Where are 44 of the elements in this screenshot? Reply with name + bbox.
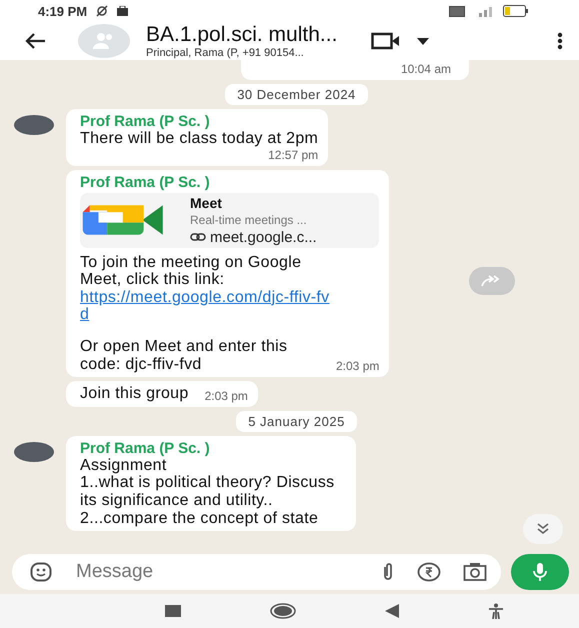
message-time: 2:03 pm <box>336 359 380 374</box>
microphone-button[interactable] <box>511 554 569 590</box>
dropdown-caret-icon[interactable] <box>417 38 430 44</box>
link-icon <box>190 232 206 242</box>
chat-title[interactable]: BA.1.pol.sci. multh... <box>146 23 338 47</box>
preview-domain-text: meet.google.c... <box>210 228 317 246</box>
video-call-icon[interactable] <box>371 32 402 50</box>
sender-name: Prof Rama (P Sc. ) <box>80 113 211 130</box>
chevrons-down-icon <box>536 523 550 535</box>
briefcase-icon <box>117 6 128 16</box>
back-arrow-icon[interactable] <box>24 32 46 50</box>
battery-icon <box>503 5 529 17</box>
message-text: To join the meeting on Google Meet, click this link: <box>80 254 302 289</box>
message-time: 2:03 pm <box>204 388 248 403</box>
accessibility-icon[interactable] <box>488 603 504 619</box>
back-icon[interactable] <box>385 604 400 618</box>
sticker-icon[interactable] <box>30 562 52 582</box>
link-preview[interactable]: Meet Real-time meetings ... meet.google.c... <box>80 192 380 248</box>
date-chip: 5 January 2025 <box>236 410 357 432</box>
preview-title: Meet <box>190 194 223 211</box>
status-time: 4:19 PM <box>38 4 88 18</box>
rupee-icon[interactable] <box>417 562 441 582</box>
date-chip: 30 December 2024 <box>225 84 368 105</box>
message-text: Join this group <box>80 385 189 403</box>
more-options-icon[interactable] <box>557 32 563 50</box>
home-icon[interactable] <box>270 603 296 619</box>
recents-icon[interactable] <box>164 605 181 617</box>
message-text: There will be class today at 2pm <box>80 130 318 148</box>
message-time: 12:57 pm <box>268 148 318 162</box>
paperclip-icon[interactable] <box>381 562 395 582</box>
message-field[interactable]: Message <box>12 554 501 590</box>
message-text: Or open Meet and enter this code: djc-ffiv-fvd <box>80 338 288 374</box>
avatar-photo-placeholder[interactable] <box>14 115 54 135</box>
scroll-down-button[interactable] <box>523 514 563 544</box>
message-time: 10:04 am <box>400 62 451 76</box>
message-text: Assignment 1..what is political theory? Discuss its significance and utility.. 2...compare the concept of state <box>80 456 336 528</box>
sender-name: Prof Rama (P Sc. ) <box>80 440 211 457</box>
preview-description: Real-time meetings ... <box>190 212 308 227</box>
meet-link[interactable]: https://meet.google.com/djc-ffiv-fvd <box>80 288 330 324</box>
avatar-photo-placeholder[interactable] <box>14 442 54 462</box>
camera-icon[interactable] <box>463 562 487 582</box>
chat-participants: Principal, Rama (P, +91 90154... <box>146 47 305 59</box>
microphone-icon <box>532 562 548 582</box>
sender-name: Prof Rama (P Sc. ) <box>80 174 211 191</box>
